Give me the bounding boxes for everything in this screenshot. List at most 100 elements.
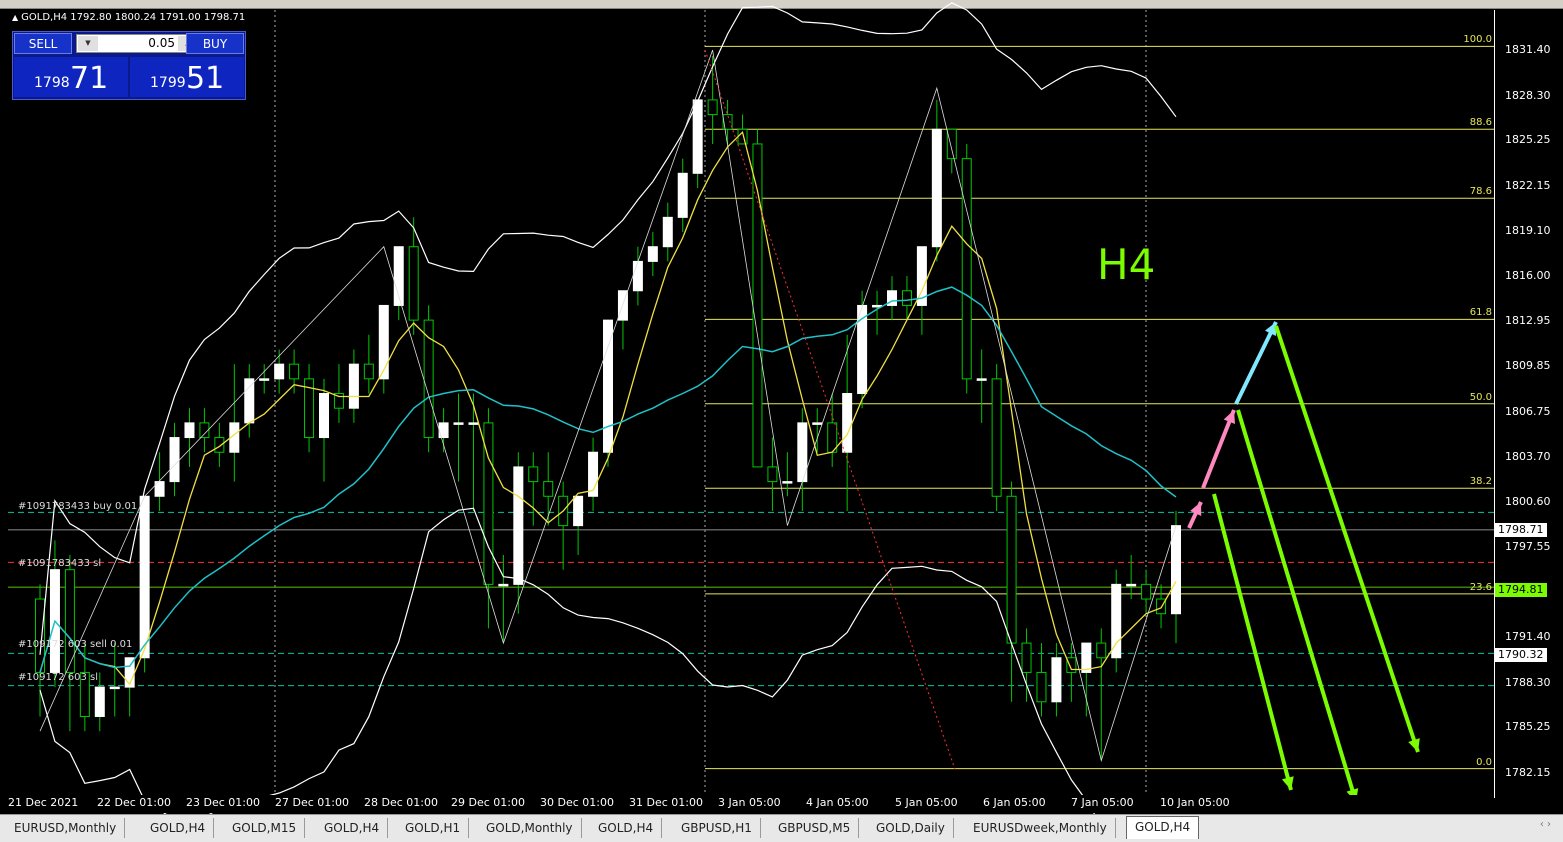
candle-body-5 <box>109 686 120 690</box>
candle-body-12 <box>214 437 225 453</box>
fib-label-38.2: 38.2 <box>1469 476 1492 488</box>
lot-size-value[interactable]: 0.05 <box>101 36 175 50</box>
candle-body-58 <box>901 290 912 306</box>
time-tick-1: 22 Dec 01:00 <box>97 796 171 809</box>
candle-body-71 <box>1096 642 1107 659</box>
candle-body-62 <box>961 158 972 380</box>
tab-3[interactable]: GOLD,H4 <box>316 818 389 838</box>
price-tick-9: 1803.70 <box>1505 449 1551 463</box>
order-label-sell-sl[interactable]: #109172 603 sl <box>18 672 98 683</box>
time-tick-3: 27 Dec 01:00 <box>275 796 349 809</box>
fib-label-50.0: 50.0 <box>1469 391 1492 403</box>
time-tick-2: 23 Dec 01:00 <box>186 796 260 809</box>
tab-5[interactable]: GOLD,Monthly <box>478 818 582 838</box>
buy-price[interactable]: 1799 51 <box>130 57 244 97</box>
candle-body-70 <box>1081 642 1092 673</box>
chart-tabs: EURUSD,Monthly GOLD,H4 GOLD,M15 GOLD,H4 GOLD… <box>0 814 1563 842</box>
candle-body-38 <box>603 319 613 453</box>
price-tick-8: 1806.75 <box>1505 404 1551 418</box>
price-tick-3: 1822.15 <box>1505 178 1551 192</box>
fib-label-88.6: 88.6 <box>1469 117 1492 129</box>
sell-price[interactable]: 1798 71 <box>14 57 128 97</box>
price-tick-12: 1791.40 <box>1505 630 1551 644</box>
price-tick-11: 1797.55 <box>1505 539 1551 553</box>
candle-body-45 <box>707 99 718 116</box>
timeframe-annotation: H4 <box>1097 240 1156 289</box>
green-price-tag: 1794.81 <box>1495 583 1547 597</box>
time-tick-7: 31 Dec 01:00 <box>629 796 703 809</box>
arrow-cyan-shaft <box>1234 321 1278 405</box>
candle-body-10 <box>184 422 195 439</box>
candle-body-28 <box>453 422 464 425</box>
price-tick-15: 1782.15 <box>1505 766 1551 779</box>
candle-body-9 <box>169 437 180 483</box>
candle-body-50 <box>782 481 793 484</box>
price-tick-13: 1788.30 <box>1505 675 1551 689</box>
candle-body-76 <box>1171 525 1181 615</box>
candle-body-41 <box>647 246 658 262</box>
lot-decrease-icon[interactable]: ▼ <box>78 36 98 51</box>
fib-label-23.6: 23.6 <box>1469 581 1492 593</box>
one-click-trading-panel: SELL ▼ 0.05 ▲ BUY 1798 71 1799 51 <box>12 31 246 100</box>
candle-body-69 <box>1066 657 1077 673</box>
candle-body-65 <box>1006 495 1017 644</box>
buy-button[interactable]: BUY <box>186 33 244 54</box>
price-tick-1: 1828.30 <box>1505 88 1551 102</box>
time-tick-5: 29 Dec 01:00 <box>451 796 525 809</box>
tab-1[interactable]: GOLD,H4 <box>142 818 215 838</box>
price-tick-5: 1816.00 <box>1505 269 1551 283</box>
arrow-green-3-head <box>1408 738 1420 752</box>
time-tick-13: 10 Jan 05:00 <box>1160 796 1230 809</box>
time-tick-12: 7 Jan 05:00 <box>1071 796 1134 809</box>
candle-body-22 <box>363 363 374 380</box>
symbol-info: ▲ GOLD,H4 1792.80 1800.24 1791.00 1798.71 <box>12 12 245 23</box>
lot-size-field[interactable]: ▼ 0.05 ▲ <box>76 34 200 53</box>
candle-body-17 <box>289 363 300 380</box>
candle-body-49 <box>767 466 778 483</box>
candle-body-15 <box>259 378 270 381</box>
order-label-buy[interactable]: #1091783433 buy 0.01 <box>18 501 137 512</box>
candle-body-67 <box>1036 671 1047 703</box>
fib-label-0.0: 0.0 <box>1476 756 1492 768</box>
tab-9[interactable]: GOLD,Daily <box>868 818 954 838</box>
price-tick-2: 1825.25 <box>1505 133 1551 147</box>
candle-body-72 <box>1111 583 1122 659</box>
time-tick-11: 6 Jan 05:00 <box>983 796 1046 809</box>
candle-body-63 <box>976 378 987 381</box>
tab-2[interactable]: GOLD,M15 <box>224 818 306 838</box>
candle-body-25 <box>408 246 419 321</box>
sell-button[interactable]: SELL <box>14 33 72 54</box>
candle-body-66 <box>1021 642 1032 673</box>
collapse-triangle-icon[interactable]: ▲ <box>12 13 18 22</box>
order-label-sell[interactable]: #109172 603 sell 0.01 <box>18 639 132 650</box>
fib-label-78.6: 78.6 <box>1469 186 1492 198</box>
candle-body-19 <box>319 393 329 439</box>
price-tick-14: 1785.25 <box>1505 720 1551 734</box>
candle-body-32 <box>513 466 524 585</box>
tab-7[interactable]: GBPUSD,H1 <box>673 818 761 838</box>
sell-price-big: 71 <box>70 61 109 96</box>
bollinger-lower-line <box>39 507 1121 841</box>
candle-body-64 <box>991 378 1002 497</box>
tab-8[interactable]: GBPUSD,M5 <box>770 818 860 838</box>
arrow-green-1-shaft <box>1212 493 1293 791</box>
candle-body-60 <box>931 128 942 248</box>
price-tick-6: 1812.95 <box>1505 313 1551 327</box>
tab-11[interactable]: GOLD,H4 <box>1126 816 1200 839</box>
candle-body-68 <box>1051 657 1062 703</box>
time-tick-0: 21 Dec 2021 <box>8 796 79 809</box>
tab-10[interactable]: EURUSDweek,Monthly <box>965 818 1116 838</box>
tab-6[interactable]: GOLD,H4 <box>590 818 663 838</box>
candle-body-34 <box>543 481 554 497</box>
buy-price-small: 1799 <box>150 75 186 91</box>
order-label-sl[interactable]: #1091783433 sl <box>18 558 101 569</box>
tab-0[interactable]: EURUSD,Monthly <box>6 818 126 838</box>
price-chart[interactable] <box>0 0 1563 841</box>
tab-scroll-arrows-icon[interactable]: ‹ › <box>1540 819 1551 830</box>
candle-body-29 <box>468 422 479 425</box>
candle-body-16 <box>274 363 285 380</box>
price-tick-0: 1831.40 <box>1505 43 1551 56</box>
tab-4[interactable]: GOLD,H1 <box>397 818 470 838</box>
candle-body-73 <box>1126 583 1137 587</box>
candle-body-61 <box>946 128 957 160</box>
